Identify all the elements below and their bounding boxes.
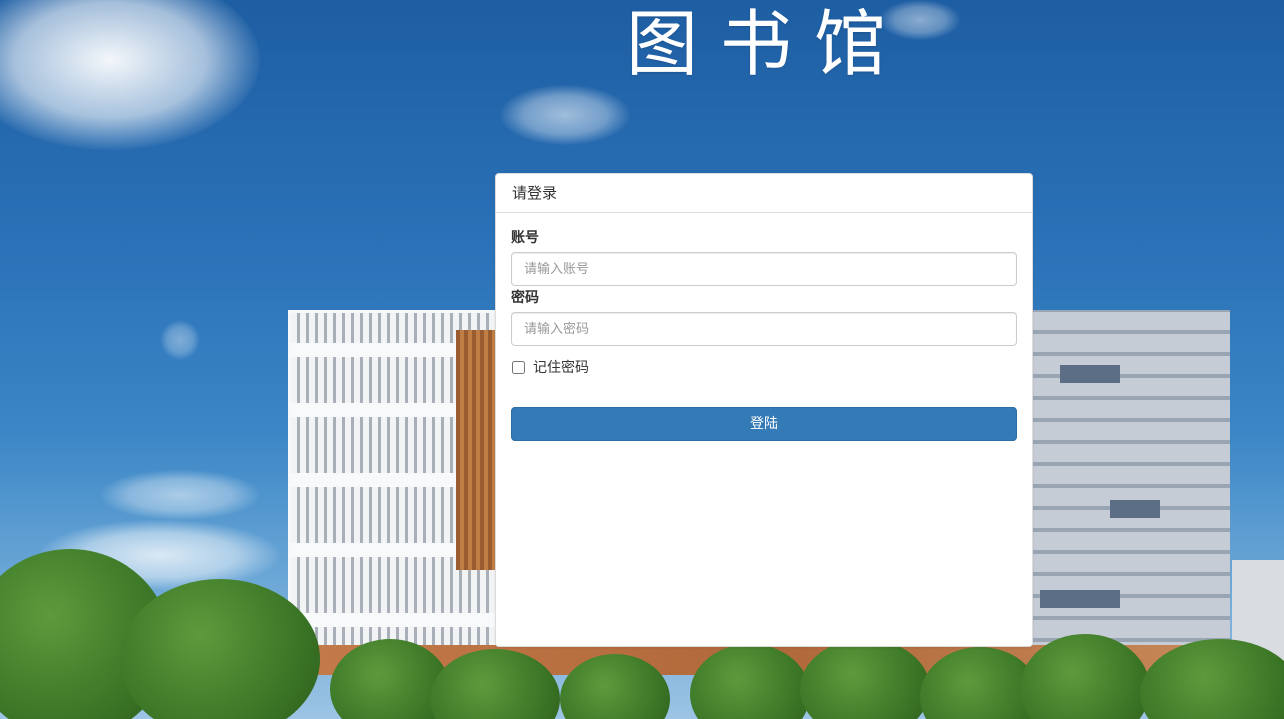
login-panel: 请登录 账号 密码 记住密码 登陆 xyxy=(495,173,1033,647)
page-title: 图书馆 xyxy=(625,2,908,86)
password-label: 密码 xyxy=(511,290,539,306)
library-building-wood-facade xyxy=(456,330,500,570)
account-label: 账号 xyxy=(511,230,539,246)
remember-password-checkbox[interactable] xyxy=(512,360,525,374)
cloud xyxy=(100,470,260,520)
cloud xyxy=(160,320,200,360)
login-panel-heading: 请登录 xyxy=(496,174,1032,213)
login-button[interactable]: 登陆 xyxy=(511,407,1017,441)
cloud xyxy=(500,85,630,145)
login-form: 账号 密码 记住密码 登陆 xyxy=(496,213,1032,441)
account-input[interactable] xyxy=(511,252,1017,286)
remember-password-row: 记住密码 xyxy=(511,358,1017,376)
remember-password-label: 记住密码 xyxy=(533,360,589,376)
password-input[interactable] xyxy=(511,312,1017,346)
library-building-right xyxy=(1030,310,1230,660)
